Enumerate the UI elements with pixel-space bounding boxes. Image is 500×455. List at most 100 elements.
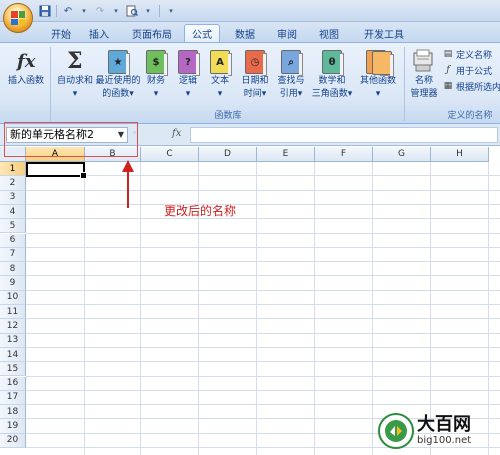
row-gridline <box>26 318 500 320</box>
row-header-5[interactable]: 5 <box>0 219 26 234</box>
row-header-15[interactable]: 15 <box>0 362 26 377</box>
recently-used-button[interactable]: ★ 最近使用的 的函数▾ <box>95 49 141 101</box>
math-trig-button[interactable]: θ 数学和 三角函数▾ <box>310 49 354 101</box>
text-label: 文本 <box>210 76 229 86</box>
row-gridline <box>26 232 500 234</box>
column-header-h[interactable]: H <box>431 147 489 162</box>
row-header-9[interactable]: 9 <box>0 276 26 291</box>
row-header-17[interactable]: 17 <box>0 390 26 406</box>
row-header-13[interactable]: 13 <box>0 333 26 348</box>
row-header-7[interactable]: 7 <box>0 247 26 263</box>
insert-function-icon[interactable]: fx <box>172 128 181 139</box>
column-header-c[interactable]: C <box>141 147 199 162</box>
row-header-12[interactable]: 12 <box>0 319 26 334</box>
tab-developer[interactable]: 开发工具 <box>356 24 412 42</box>
tab-formulas[interactable]: 公式 <box>184 24 220 42</box>
column-gridline <box>84 162 85 455</box>
define-name-button[interactable]: ▤ 定义名称 <box>442 47 492 61</box>
row-gridline <box>26 304 500 305</box>
create-from-selection-button[interactable]: ▦ 根据所选内 <box>442 79 500 93</box>
logical-label: 逻辑 <box>178 76 197 86</box>
redo-icon[interactable]: ↷ <box>93 4 107 18</box>
row-gridline <box>26 203 500 205</box>
financial-label: 财务 <box>146 76 165 86</box>
column-header-g[interactable]: G <box>373 147 431 162</box>
lookup-label-2: 引用▾ <box>279 89 303 99</box>
save-icon[interactable] <box>38 4 52 18</box>
recently-used-label: 最近使用的 <box>95 76 141 86</box>
row-header-10[interactable]: 10 <box>0 290 26 305</box>
row-header-6[interactable]: 6 <box>0 233 26 248</box>
create-from-selection-icon: ▦ <box>443 81 453 91</box>
defined-names-group-label: 定义的名称 <box>447 111 493 121</box>
undo-icon[interactable]: ↶ <box>61 4 75 18</box>
column-header-d[interactable]: D <box>199 147 257 162</box>
tab-view[interactable]: 视图 <box>312 24 346 42</box>
text-button[interactable]: A 文本 ▾ <box>206 49 234 101</box>
tab-insert[interactable]: 插入 <box>82 24 116 42</box>
name-manager-button[interactable]: 名称 管理器 <box>406 49 442 101</box>
row-gridline <box>26 332 500 334</box>
row-header-3[interactable]: 3 <box>0 190 26 205</box>
lookup-label: 查找与 <box>277 76 305 86</box>
define-name-label: 定义名称 <box>456 50 493 61</box>
financial-button[interactable]: $ 财务 ▾ <box>142 49 170 101</box>
text-book-icon: A <box>208 49 232 76</box>
row-gridline <box>26 375 500 377</box>
customize-toolbar-icon[interactable]: ▾ <box>164 4 178 18</box>
column-gridline <box>140 162 141 455</box>
quick-access-toolbar: ↶ ▾ ↷ ▾ ▾ ▾ <box>38 3 178 19</box>
define-name-icon: ▤ <box>443 49 453 59</box>
name-manager-icon <box>412 49 436 75</box>
row-header-16[interactable]: 16 <box>0 376 26 391</box>
row-header-1[interactable]: 1 <box>0 162 26 177</box>
recently-used-label-2: 的函数▾ <box>102 89 134 99</box>
row-header-14[interactable]: 14 <box>0 347 26 363</box>
group-separator <box>50 47 51 121</box>
name-box-highlight <box>4 122 138 157</box>
row-gridline <box>26 261 500 263</box>
row-header-2[interactable]: 2 <box>0 176 26 191</box>
date-time-button[interactable]: ◷ 日期和 时间▾ <box>238 49 272 101</box>
use-in-formula-button[interactable]: ƒ 用于公式 <box>442 63 492 77</box>
lookup-book-icon: ⌕ <box>279 49 303 76</box>
formula-input[interactable] <box>190 127 498 143</box>
fx-small-icon: ƒ <box>446 65 450 75</box>
watermark-logo-icon <box>378 413 414 449</box>
autosum-dropdown: ▾ <box>72 89 78 99</box>
row-gridline <box>26 361 500 363</box>
active-cell[interactable] <box>26 162 87 179</box>
chevron-down-icon[interactable]: ▾ <box>109 4 123 18</box>
row-gridline <box>26 346 500 348</box>
column-header-f[interactable]: F <box>315 147 373 162</box>
row-header-18[interactable]: 18 <box>0 405 26 420</box>
tab-page-layout[interactable]: 页面布局 <box>124 24 180 42</box>
recent-book-icon: ★ <box>106 49 130 76</box>
tab-data[interactable]: 数据 <box>228 24 262 42</box>
column-gridline <box>256 162 257 455</box>
insert-function-button[interactable]: fx 插入函数 <box>4 49 48 88</box>
lookup-reference-button[interactable]: ⌕ 查找与 引用▾ <box>274 49 308 101</box>
autosum-button[interactable]: Σ 自动求和 ▾ <box>54 48 96 101</box>
office-button[interactable] <box>3 3 33 33</box>
print-preview-icon[interactable] <box>125 4 139 18</box>
more-functions-button[interactable]: 其他函数 ▾ <box>356 49 400 101</box>
column-header-e[interactable]: E <box>257 147 315 162</box>
tab-home[interactable]: 开始 <box>44 24 78 42</box>
row-header-4[interactable]: 4 <box>0 204 26 220</box>
column-gridline <box>372 162 373 455</box>
row-header-20[interactable]: 20 <box>0 433 26 448</box>
row-header-19[interactable]: 19 <box>0 419 26 434</box>
chevron-down-icon[interactable]: ▾ <box>77 4 91 18</box>
row-header-11[interactable]: 11 <box>0 305 26 320</box>
sigma-icon: Σ <box>67 48 83 74</box>
function-library-group-label: 函数库 <box>214 111 242 121</box>
chevron-down-icon[interactable]: ▾ <box>141 4 155 18</box>
toolbar-separator <box>159 5 160 17</box>
ribbon-formulas: fx 插入函数 Σ 自动求和 ▾ ★ 最近使用的 的函数▾ $ 财务 ▾ ? 逻… <box>0 42 500 124</box>
logical-button[interactable]: ? 逻辑 ▾ <box>174 49 202 101</box>
tab-review[interactable]: 审阅 <box>270 24 304 42</box>
insert-function-label: 插入函数 <box>7 76 44 86</box>
office-logo-icon <box>11 11 25 25</box>
row-header-8[interactable]: 8 <box>0 262 26 277</box>
